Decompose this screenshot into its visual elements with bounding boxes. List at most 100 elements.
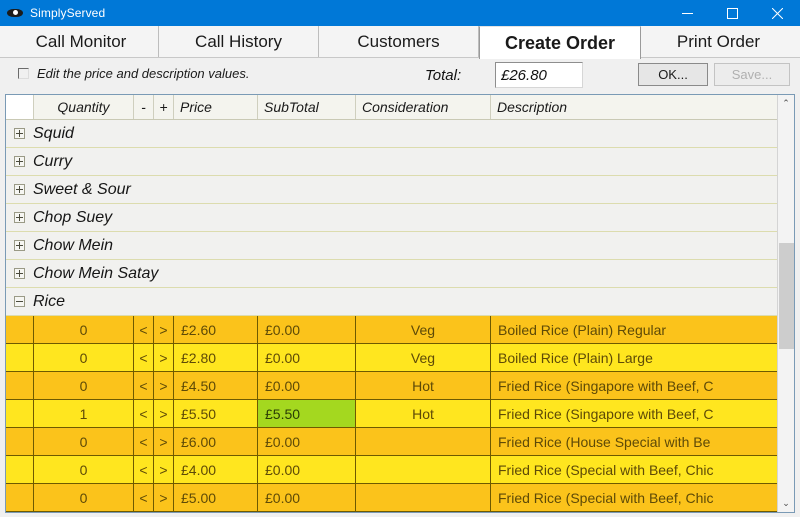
- increment-button[interactable]: >: [154, 428, 174, 455]
- total-label: Total:: [425, 67, 462, 84]
- row-indicator[interactable]: [6, 456, 34, 483]
- expand-collapse-icon[interactable]: [14, 296, 25, 307]
- cell-description[interactable]: Boiled Rice (Plain) Large: [491, 344, 778, 371]
- cell-description[interactable]: Fried Rice (Singapore with Beef, C: [491, 400, 778, 427]
- expand-collapse-icon[interactable]: [14, 212, 25, 223]
- cell-quantity[interactable]: 0: [34, 344, 134, 371]
- cell-quantity[interactable]: 0: [34, 316, 134, 343]
- maximize-icon[interactable]: [710, 0, 755, 26]
- cell-price[interactable]: £6.00: [174, 428, 258, 455]
- tab-call-monitor[interactable]: Call Monitor: [4, 26, 159, 57]
- table-row[interactable]: 0 < > £4.00 £0.00 Fried Rice (Special wi…: [6, 456, 778, 484]
- increment-button[interactable]: >: [154, 316, 174, 343]
- total-value-field[interactable]: £26.80: [495, 62, 583, 88]
- cell-price[interactable]: £5.50: [174, 400, 258, 427]
- close-icon[interactable]: [755, 0, 800, 26]
- increment-button[interactable]: >: [154, 456, 174, 483]
- minimize-icon[interactable]: [665, 0, 710, 26]
- expand-collapse-icon[interactable]: [14, 128, 25, 139]
- decrement-button[interactable]: <: [134, 316, 154, 343]
- table-row[interactable]: 1 < > £5.50 £5.50 Hot Fried Rice (Singap…: [6, 400, 778, 428]
- grid-vertical-scrollbar[interactable]: ⌃ ⌄: [777, 95, 794, 512]
- cell-description[interactable]: Fried Rice (House Special with Be: [491, 428, 778, 455]
- column-header-plus[interactable]: +: [154, 95, 174, 119]
- cell-subtotal[interactable]: £0.00: [258, 428, 356, 455]
- group-row-chow-mein-satay[interactable]: Chow Mein Satay: [6, 260, 778, 288]
- cell-price[interactable]: £5.00: [174, 484, 258, 511]
- row-indicator[interactable]: [6, 372, 34, 399]
- cell-quantity[interactable]: 0: [34, 484, 134, 511]
- cell-quantity[interactable]: 1: [34, 400, 134, 427]
- cell-consideration[interactable]: [356, 484, 491, 511]
- tab-customers[interactable]: Customers: [319, 26, 479, 57]
- edit-values-checkbox[interactable]: Edit the price and description values.: [18, 66, 249, 81]
- group-row-curry[interactable]: Curry: [6, 148, 778, 176]
- group-row-sweet-and-sour[interactable]: Sweet & Sour: [6, 176, 778, 204]
- table-row[interactable]: 0 < > £2.60 £0.00 Veg Boiled Rice (Plain…: [6, 316, 778, 344]
- row-indicator[interactable]: [6, 316, 34, 343]
- cell-subtotal[interactable]: £0.00: [258, 484, 356, 511]
- row-indicator[interactable]: [6, 428, 34, 455]
- cell-description[interactable]: Fried Rice (Special with Beef, Chic: [491, 484, 778, 511]
- group-row-chow-mein[interactable]: Chow Mein: [6, 232, 778, 260]
- tab-create-order[interactable]: Create Order: [479, 26, 641, 59]
- scroll-up-icon[interactable]: ⌃: [778, 95, 794, 112]
- cell-price[interactable]: £2.80: [174, 344, 258, 371]
- cell-description[interactable]: Boiled Rice (Plain) Regular: [491, 316, 778, 343]
- group-row-chop-suey[interactable]: Chop Suey: [6, 204, 778, 232]
- cell-subtotal[interactable]: £0.00: [258, 316, 356, 343]
- expand-collapse-icon[interactable]: [14, 156, 25, 167]
- group-row-rice[interactable]: Rice: [6, 288, 778, 316]
- cell-consideration[interactable]: Veg: [356, 344, 491, 371]
- decrement-button[interactable]: <: [134, 428, 154, 455]
- tab-call-history[interactable]: Call History: [159, 26, 319, 57]
- ok-button[interactable]: OK...: [638, 63, 708, 86]
- increment-button[interactable]: >: [154, 484, 174, 511]
- cell-consideration[interactable]: Veg: [356, 316, 491, 343]
- decrement-button[interactable]: <: [134, 344, 154, 371]
- table-row[interactable]: 0 < > £6.00 £0.00 Fried Rice (House Spec…: [6, 428, 778, 456]
- cell-subtotal[interactable]: £0.00: [258, 372, 356, 399]
- cell-quantity[interactable]: 0: [34, 456, 134, 483]
- cell-subtotal[interactable]: £0.00: [258, 456, 356, 483]
- cell-price[interactable]: £2.60: [174, 316, 258, 343]
- cell-consideration[interactable]: Hot: [356, 372, 491, 399]
- scrollbar-thumb[interactable]: [779, 243, 794, 349]
- expand-collapse-icon[interactable]: [14, 268, 25, 279]
- column-header-minus[interactable]: -: [134, 95, 154, 119]
- table-row[interactable]: 0 < > £4.50 £0.00 Hot Fried Rice (Singap…: [6, 372, 778, 400]
- cell-description[interactable]: Fried Rice (Singapore with Beef, C: [491, 372, 778, 399]
- expand-collapse-icon[interactable]: [14, 240, 25, 251]
- tab-print-order[interactable]: Print Order: [641, 26, 796, 57]
- column-header-subtotal[interactable]: SubTotal: [258, 95, 356, 119]
- column-header-consideration[interactable]: Consideration: [356, 95, 491, 119]
- table-row[interactable]: 0 < > £5.00 £0.00 Fried Rice (Special wi…: [6, 484, 778, 512]
- cell-quantity[interactable]: 0: [34, 372, 134, 399]
- cell-description[interactable]: Fried Rice (Special with Beef, Chic: [491, 456, 778, 483]
- cell-price[interactable]: £4.00: [174, 456, 258, 483]
- cell-quantity[interactable]: 0: [34, 428, 134, 455]
- group-row-squid[interactable]: Squid: [6, 120, 778, 148]
- cell-subtotal[interactable]: £0.00: [258, 344, 356, 371]
- cell-price[interactable]: £4.50: [174, 372, 258, 399]
- column-header-quantity[interactable]: Quantity: [34, 95, 134, 119]
- decrement-button[interactable]: <: [134, 400, 154, 427]
- decrement-button[interactable]: <: [134, 456, 154, 483]
- decrement-button[interactable]: <: [134, 372, 154, 399]
- expand-collapse-icon[interactable]: [14, 184, 25, 195]
- cell-subtotal[interactable]: £5.50: [258, 400, 356, 427]
- decrement-button[interactable]: <: [134, 484, 154, 511]
- table-row[interactable]: 0 < > £2.80 £0.00 Veg Boiled Rice (Plain…: [6, 344, 778, 372]
- cell-consideration[interactable]: Hot: [356, 400, 491, 427]
- cell-consideration[interactable]: [356, 428, 491, 455]
- increment-button[interactable]: >: [154, 372, 174, 399]
- column-header-price[interactable]: Price: [174, 95, 258, 119]
- row-indicator[interactable]: [6, 484, 34, 511]
- increment-button[interactable]: >: [154, 344, 174, 371]
- cell-consideration[interactable]: [356, 456, 491, 483]
- row-indicator[interactable]: [6, 400, 34, 427]
- increment-button[interactable]: >: [154, 400, 174, 427]
- scroll-down-icon[interactable]: ⌄: [778, 495, 794, 512]
- row-indicator[interactable]: [6, 344, 34, 371]
- column-header-description[interactable]: Description: [491, 95, 778, 119]
